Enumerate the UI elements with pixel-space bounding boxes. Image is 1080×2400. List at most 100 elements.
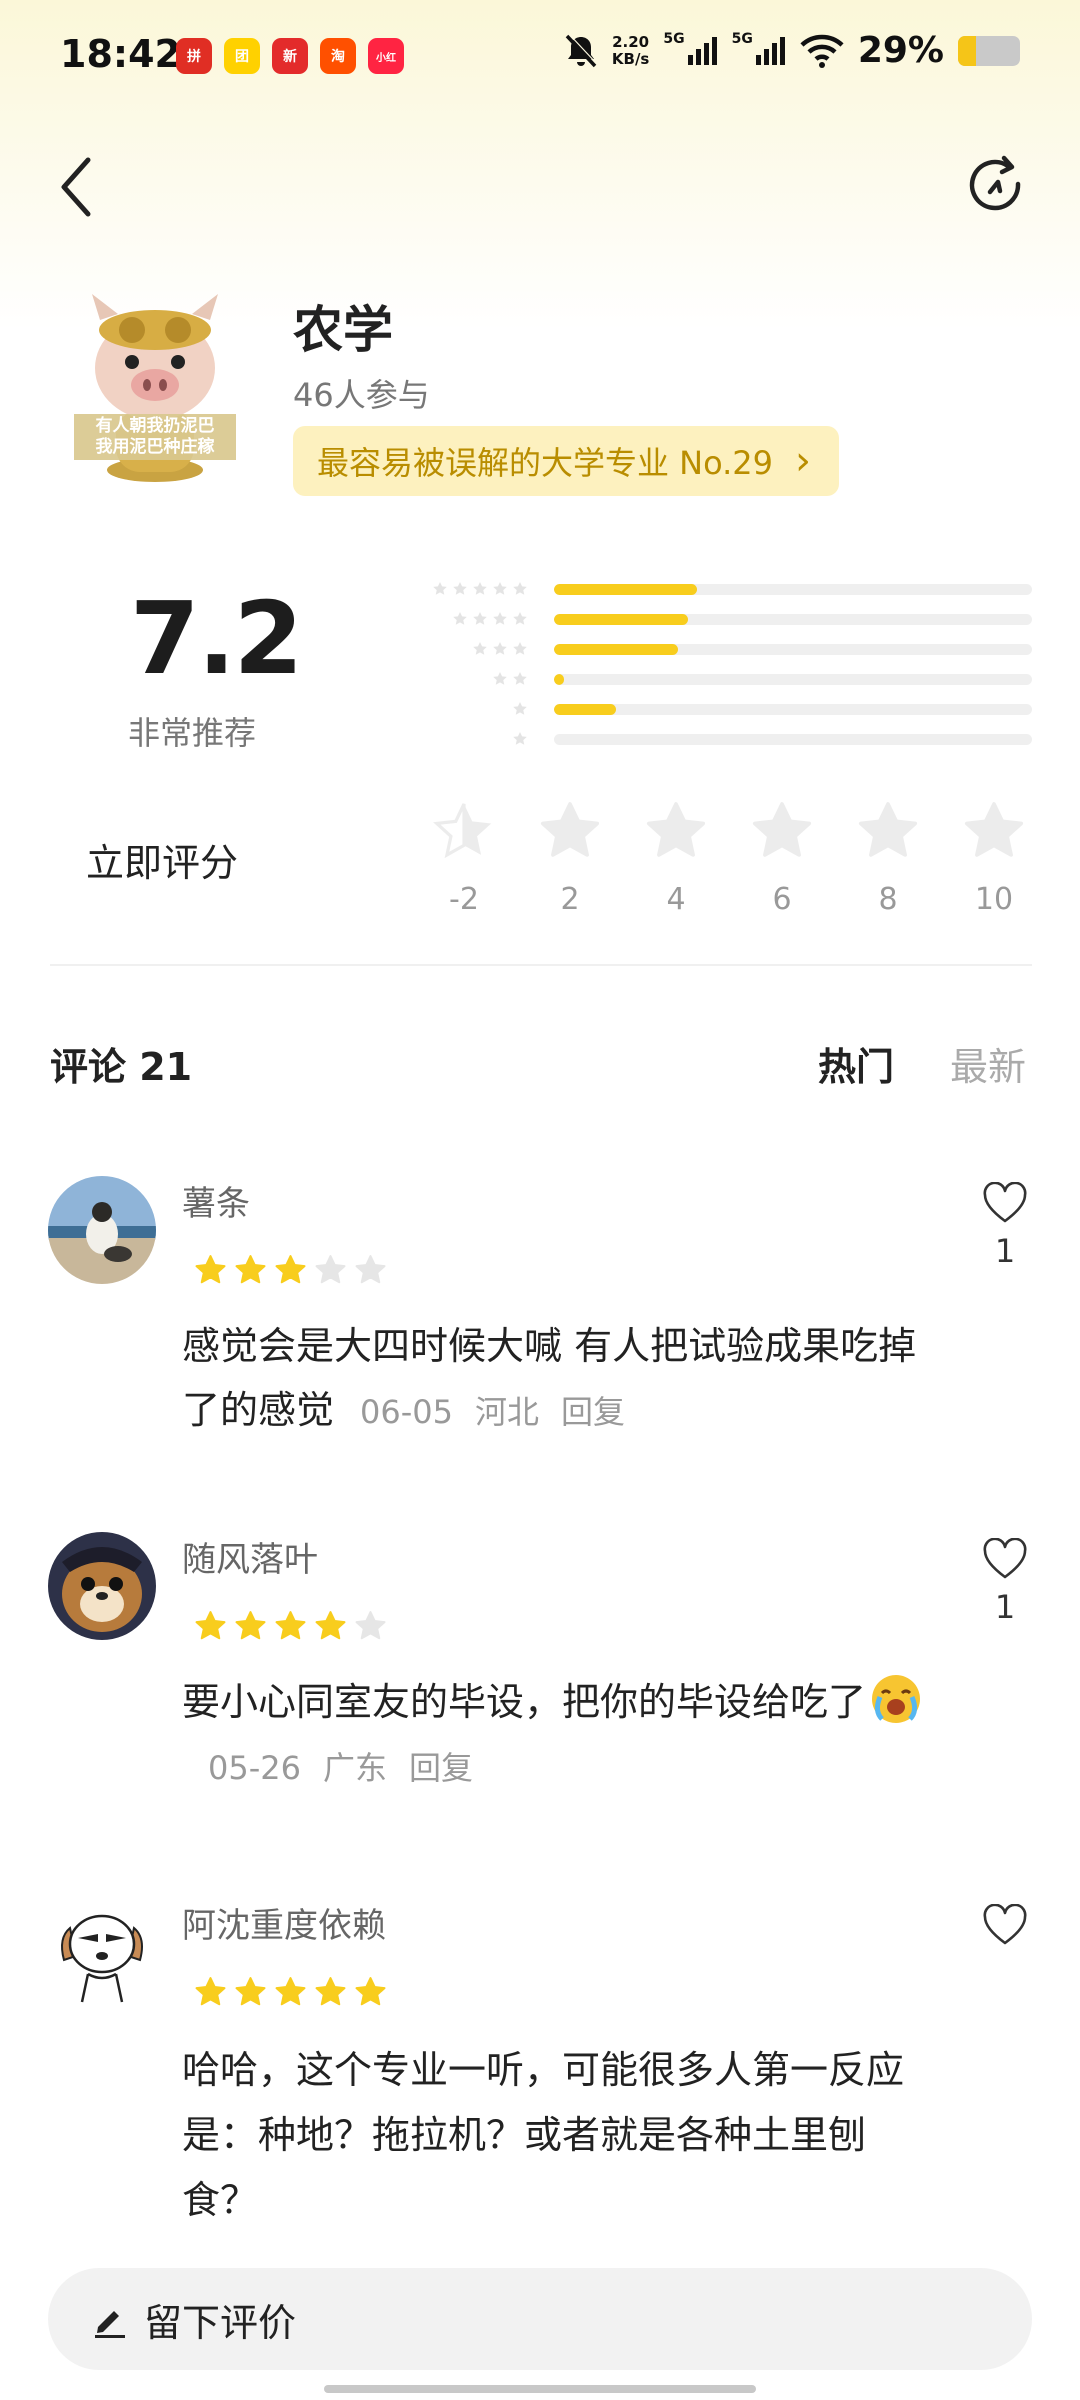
- cover-caption: 有人朝我扔泥巴 我用泥巴种庄稼: [74, 416, 236, 458]
- pencil-icon: [95, 2311, 125, 2338]
- participant-count: 46人参与: [293, 376, 430, 414]
- heart-icon: [983, 1181, 1027, 1223]
- like-count: 1: [994, 1588, 1016, 1626]
- battery-icon: [958, 35, 1020, 66]
- taobao-icon: 淘: [320, 38, 356, 74]
- star-icon: [432, 581, 448, 597]
- pinduoduo-icon: 拼: [176, 38, 212, 74]
- star-icon: [472, 581, 488, 597]
- status-indicators: 2.20 KB/s 5G 5G 29%: [564, 30, 1020, 71]
- filled-star-icon: [275, 1255, 306, 1284]
- back-button[interactable]: [52, 152, 102, 222]
- empty-star-icon: [355, 1611, 386, 1640]
- news-icon: 新: [272, 38, 308, 74]
- tab-hot[interactable]: 热门: [818, 1036, 894, 1091]
- rate-option-value: 8: [878, 882, 898, 917]
- star-icon: [512, 641, 528, 657]
- distribution-star-label: [398, 611, 528, 627]
- network-type-1: 5G: [663, 30, 685, 47]
- topic-title: 农学: [293, 301, 393, 359]
- star-icon: [492, 671, 508, 687]
- reply-button[interactable]: 回复: [409, 1749, 473, 1787]
- distribution-row: [398, 634, 1032, 664]
- score-description: 非常推荐: [128, 714, 257, 752]
- comment-star-rating: [194, 1254, 387, 1287]
- filled-star-icon: [235, 1977, 266, 2006]
- distribution-bar: [554, 733, 1032, 745]
- rate-option-2[interactable]: 2: [536, 800, 604, 917]
- distribution-row: [398, 724, 1032, 754]
- mute-bell-icon: [565, 33, 598, 67]
- comment-author[interactable]: 阿沈重度依赖: [182, 1898, 386, 1947]
- heart-icon: [983, 1537, 1027, 1579]
- like-button[interactable]: [980, 1903, 1030, 1950]
- distribution-bar-fill: [554, 583, 698, 595]
- ranking-badge[interactable]: 最容易被误解的大学专业 No.29 ›: [293, 426, 840, 496]
- star-icon: [512, 731, 528, 747]
- empty-star-icon: [315, 1255, 346, 1284]
- comment-author[interactable]: 薯条: [182, 1176, 250, 1225]
- comment-body: 感觉会是大四时候大喊 有人把试验成果吃掉了的感觉 06-05 河北 回复: [182, 1314, 942, 1444]
- speed-unit: KB/s: [611, 49, 650, 68]
- half-star-icon: [433, 803, 492, 859]
- comment-location: 河北: [475, 1393, 540, 1431]
- network-speed: 2.20 KB/s: [611, 33, 650, 68]
- status-time: 18:42: [60, 32, 181, 76]
- comment-star-rating: [194, 1976, 387, 2009]
- comment-author[interactable]: 随风落叶: [182, 1532, 318, 1581]
- rate-option-10[interactable]: 10: [960, 800, 1028, 917]
- avatar[interactable]: [48, 1898, 156, 2006]
- star-icon: [540, 802, 600, 857]
- comment-body: 哈哈，这个专业一听，可能很多人第一反应是：种地？拖拉机？或者就是各种土里刨食？: [182, 2038, 922, 2233]
- chevron-right-icon: ›: [795, 438, 812, 484]
- distribution-row: [398, 664, 1032, 694]
- like-button[interactable]: 1: [980, 1181, 1030, 1270]
- comment-text: 要小心同室友的毕设，把你的毕设给吃了: [182, 1680, 867, 1724]
- distribution-star-label: [398, 731, 528, 747]
- rate-option-6[interactable]: 6: [748, 800, 816, 917]
- comment-meta: 06-05 河北 回复: [334, 1393, 625, 1431]
- distribution-star-label: [398, 581, 528, 597]
- distribution-row: [398, 604, 1032, 634]
- section-divider: [50, 964, 1032, 966]
- cover-caption-line-1: 有人朝我扔泥巴: [95, 416, 215, 436]
- refresh-button[interactable]: [964, 154, 1028, 218]
- distribution-row: [398, 574, 1032, 604]
- distribution-bar-fill: [554, 703, 617, 715]
- tab-newest[interactable]: 最新: [950, 1036, 1026, 1091]
- rate-option-value: 2: [560, 882, 580, 917]
- distribution-star-label: [398, 701, 528, 717]
- filled-star-icon: [355, 1977, 386, 2006]
- empty-star-icon: [355, 1255, 386, 1284]
- signal-bars-icon: [755, 36, 785, 65]
- rate-option-value: 10: [974, 882, 1014, 917]
- avatar[interactable]: [48, 1532, 156, 1640]
- heart-icon: [983, 1903, 1027, 1945]
- wifi-icon: [800, 34, 844, 68]
- star-icon: [512, 611, 528, 627]
- rate-option-8[interactable]: 8: [854, 800, 922, 917]
- home-indicator[interactable]: [324, 2385, 756, 2393]
- comment-date: 05-26: [208, 1749, 301, 1787]
- comment-date: 06-05: [360, 1393, 453, 1431]
- filled-star-icon: [275, 1611, 306, 1640]
- filled-star-icon: [315, 1977, 346, 2006]
- avatar[interactable]: [48, 1176, 156, 1284]
- distribution-bar: [554, 673, 1032, 685]
- write-review-bar[interactable]: 留下评价: [48, 2268, 1032, 2370]
- signal-1: 5G: [663, 31, 717, 65]
- notification-app-icons: 拼团新淘小红: [176, 38, 404, 74]
- like-button[interactable]: 1: [980, 1537, 1030, 1626]
- like-count: 1: [994, 1232, 1016, 1270]
- star-icon: [492, 641, 508, 657]
- signal-2: 5G: [732, 31, 786, 65]
- rate-option-value: 6: [772, 882, 792, 917]
- star-icon: [492, 581, 508, 597]
- comment-body: 要小心同室友的毕设，把你的毕设给吃了 05-26 广东 回复: [182, 1670, 942, 1800]
- reply-button[interactable]: 回复: [561, 1393, 625, 1431]
- star-icon: [858, 802, 918, 857]
- rate-option--2[interactable]: -2: [430, 800, 498, 917]
- filled-star-icon: [315, 1611, 346, 1640]
- average-score: 7.2: [130, 580, 303, 697]
- rate-option-4[interactable]: 4: [642, 800, 710, 917]
